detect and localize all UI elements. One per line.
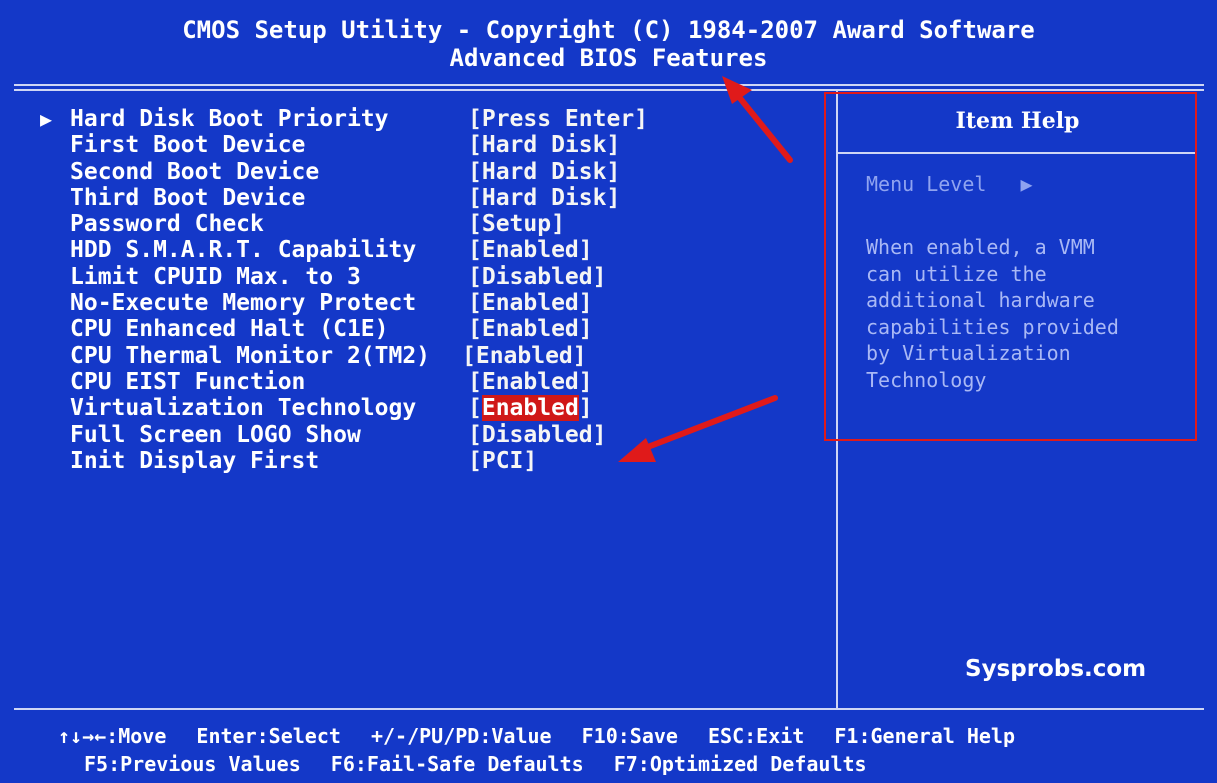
watermark: Sysprobs.com <box>965 656 1147 682</box>
menu-item-label: Second Boot Device <box>70 158 320 185</box>
menu-item-virtualization-technology[interactable]: Virtualization Technology [Enabled] <box>40 395 830 422</box>
submenu-arrow-icon: ▶ <box>40 107 53 131</box>
key-help-footer: ↑↓→←:Move Enter:Select +/-/PU/PD:Value F… <box>0 712 1217 783</box>
key-hint-select: Enter:Select <box>196 724 341 748</box>
menu-item-value[interactable]: [PCI] <box>468 448 537 474</box>
menu-item-value[interactable]: [Setup] <box>468 211 565 237</box>
footer-line-2: F5:Previous Values F6:Fail-Safe Defaults… <box>84 752 885 776</box>
menu-item-label: HDD S.M.A.R.T. Capability <box>70 237 417 264</box>
menu-item-label: Hard Disk Boot Priority <box>70 106 389 132</box>
header: CMOS Setup Utility - Copyright (C) 1984-… <box>0 0 1217 80</box>
menu-item-third-boot-device[interactable]: Third Boot Device [Hard Disk] <box>40 185 830 211</box>
key-hint-general-help: F1:General Help <box>834 724 1016 748</box>
menu-item-label: First Boot Device <box>70 132 306 159</box>
menu-item-cpu-eist-function[interactable]: CPU EIST Function [Enabled] <box>40 369 830 395</box>
key-hint-previous-values: F5:Previous Values <box>84 752 301 776</box>
menu-item-value[interactable]: [Enabled] <box>468 237 593 263</box>
menu-item-label: CPU EIST Function <box>70 368 306 395</box>
value-bracket-open: [ <box>468 395 482 422</box>
key-hint-exit: ESC:Exit <box>708 724 805 748</box>
settings-menu: ▶ Hard Disk Boot Priority [Press Enter] … <box>40 106 830 474</box>
footer-line-1: ↑↓→←:Move Enter:Select +/-/PU/PD:Value F… <box>58 724 1033 748</box>
menu-item-value[interactable]: [Hard Disk] <box>468 132 620 158</box>
page-title: Advanced BIOS Features <box>449 44 768 72</box>
annotation-box <box>824 92 1197 441</box>
key-hint-optimized-defaults: F7:Optimized Defaults <box>613 752 867 776</box>
menu-item-cpu-enhanced-halt[interactable]: CPU Enhanced Halt (C1E) [Enabled] <box>40 316 830 342</box>
menu-item-label: CPU Thermal Monitor 2(TM2) <box>70 342 431 369</box>
selected-value[interactable]: Enabled <box>481 395 579 422</box>
menu-item-label: Init Display First <box>70 447 320 474</box>
menu-item-first-boot-device[interactable]: First Boot Device [Hard Disk] <box>40 132 830 158</box>
menu-item-init-display-first[interactable]: Init Display First [PCI] <box>40 448 830 474</box>
menu-item-second-boot-device[interactable]: Second Boot Device [Hard Disk] <box>40 159 830 185</box>
menu-item-label: Third Boot Device <box>70 184 306 211</box>
menu-item-label: Limit CPUID Max. to 3 <box>70 263 361 290</box>
menu-item-password-check[interactable]: Password Check [Setup] <box>40 211 830 237</box>
menu-item-label: Password Check <box>70 211 264 238</box>
key-hint-save: F10:Save <box>581 724 678 748</box>
key-hint-move: ↑↓→←:Move <box>58 724 167 748</box>
menu-item-value[interactable]: [Disabled] <box>468 422 606 448</box>
menu-item-value[interactable]: [Enabled] <box>462 343 587 369</box>
menu-item-value[interactable]: [Press Enter] <box>468 106 648 132</box>
menu-item-label: Full Screen LOGO Show <box>70 421 361 448</box>
menu-item-value[interactable]: [Hard Disk] <box>468 159 620 185</box>
menu-item-value-selected[interactable]: [Enabled] <box>468 395 593 422</box>
key-hint-value: +/-/PU/PD:Value <box>370 724 552 748</box>
menu-item-label: Virtualization Technology <box>70 395 417 422</box>
menu-item-label: CPU Enhanced Halt (C1E) <box>70 316 389 343</box>
value-bracket-close: ] <box>578 395 593 422</box>
menu-item-value[interactable]: [Enabled] <box>468 369 593 395</box>
menu-item-value[interactable]: [Hard Disk] <box>468 185 620 211</box>
menu-item-value[interactable]: [Disabled] <box>468 264 606 290</box>
header-divider-top <box>14 84 1204 86</box>
menu-item-hard-disk-boot-priority[interactable]: ▶ Hard Disk Boot Priority [Press Enter] <box>40 106 830 132</box>
menu-item-value[interactable]: [Enabled] <box>468 316 593 342</box>
utility-title: CMOS Setup Utility - Copyright (C) 1984-… <box>182 16 1035 44</box>
menu-item-cpu-thermal-monitor[interactable]: CPU Thermal Monitor 2(TM2) [Enabled] <box>40 343 830 369</box>
menu-item-no-execute-memory-protect[interactable]: No-Execute Memory Protect [Enabled] <box>40 290 830 316</box>
menu-item-value[interactable]: [Enabled] <box>468 290 593 316</box>
header-divider-bottom <box>14 89 1204 91</box>
menu-item-label: No-Execute Memory Protect <box>70 290 417 317</box>
menu-item-limit-cpuid[interactable]: Limit CPUID Max. to 3 [Disabled] <box>40 264 830 290</box>
key-hint-fail-safe-defaults: F6:Fail-Safe Defaults <box>330 752 584 776</box>
menu-item-hdd-smart-capability[interactable]: HDD S.M.A.R.T. Capability [Enabled] <box>40 237 830 263</box>
menu-item-full-screen-logo-show[interactable]: Full Screen LOGO Show [Disabled] <box>40 422 830 448</box>
footer-divider <box>14 708 1204 710</box>
bios-screen: CMOS Setup Utility - Copyright (C) 1984-… <box>0 0 1217 783</box>
